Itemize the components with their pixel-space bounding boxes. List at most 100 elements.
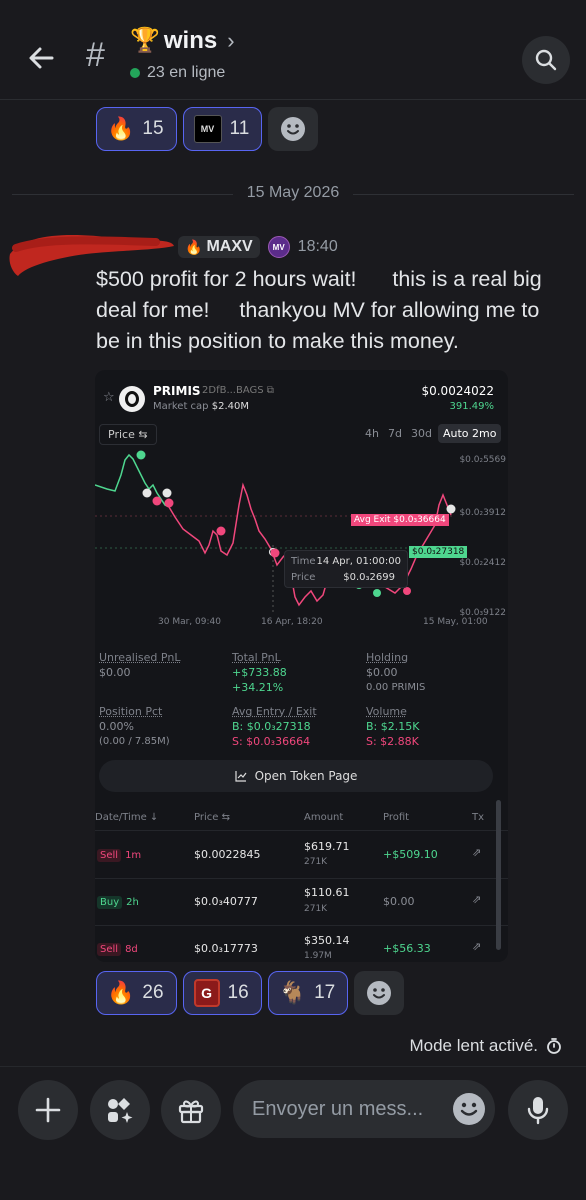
gift-button[interactable] <box>161 1080 221 1140</box>
online-dot-icon <box>130 68 140 78</box>
role-tag[interactable]: 🔥 MAXV <box>178 236 260 258</box>
transfer-marker <box>142 488 152 498</box>
stopwatch-icon <box>547 1038 561 1054</box>
online-count: 23 en ligne <box>130 64 225 82</box>
smiley-icon <box>460 1102 478 1116</box>
reaction-count: 15 <box>142 118 164 139</box>
slow-mode-notice: Mode lent activé. <box>409 1036 562 1056</box>
table-divider <box>95 830 508 831</box>
smiley-icon <box>281 117 306 141</box>
price-change: 391.49% <box>449 401 495 412</box>
price-chart <box>95 450 456 615</box>
reaction-count: 16 <box>227 982 249 1003</box>
chevron-right-icon: › <box>227 27 235 53</box>
transfer-marker <box>446 504 456 514</box>
y-tick: $0.0₂2412 <box>459 558 506 568</box>
sell-marker <box>216 526 226 536</box>
reaction-goat[interactable]: 🐐 17 <box>267 971 349 1015</box>
token-name: PRIMIS <box>153 384 201 398</box>
voice-message-button[interactable] <box>508 1080 568 1140</box>
avg-entry-tag: $0.0₃27318 <box>409 546 468 558</box>
chart-icon <box>234 771 247 782</box>
external-link-icon: ⇗ <box>472 846 482 859</box>
stat-total-pnl: Total PnL +$733.88 +34.21% <box>232 651 287 694</box>
back-arrow-icon[interactable] <box>22 38 62 78</box>
sell-marker <box>164 498 174 508</box>
g-logo-icon: G <box>193 979 220 1007</box>
tf-4h: 4h <box>365 427 379 440</box>
star-icon: ☆ <box>103 390 115 405</box>
token-address: 2DfB...BAGS ⧉ <box>202 385 274 396</box>
market-cap: Market cap $2.40M <box>153 401 249 412</box>
channel-name: wins <box>163 26 218 54</box>
reaction-fire[interactable]: 🔥 15 <box>96 107 177 151</box>
reaction-count: 26 <box>142 982 164 1003</box>
reaction-fire[interactable]: 🔥 26 <box>96 971 177 1015</box>
scrollbar <box>496 800 501 950</box>
emoji-button[interactable] <box>453 1093 485 1125</box>
fire-icon: 🔥 <box>185 238 203 255</box>
reaction-g[interactable]: G 16 <box>182 971 262 1015</box>
buy-marker <box>373 589 381 597</box>
trophy-icon: 🏆 <box>130 27 160 54</box>
online-text: 23 en ligne <box>147 64 226 81</box>
add-reaction-button[interactable] <box>268 107 319 151</box>
add-reaction-button[interactable] <box>354 971 405 1015</box>
message-input[interactable]: Envoyer un mess... <box>233 1080 495 1138</box>
apps-button[interactable] <box>90 1080 150 1140</box>
date-divider: 15 May 2026 <box>0 184 586 202</box>
microphone-icon <box>527 1097 549 1125</box>
channel-title[interactable]: 🏆 wins › <box>130 26 235 55</box>
apps-icon <box>108 1098 133 1123</box>
open-token-page-button: Open Token Page <box>99 760 493 792</box>
search-icon <box>535 49 557 71</box>
col-tx: Tx <box>472 812 485 823</box>
sell-marker <box>403 587 411 595</box>
gift-icon <box>178 1100 204 1124</box>
plus-icon <box>35 1097 61 1123</box>
stat-volume: Volume B: $2.15K S: $2.88K <box>366 705 420 748</box>
reaction-count: 11 <box>229 118 250 139</box>
message-reactions: 🔥 26 G 16 🐐 17 <box>96 971 405 1015</box>
add-attachment-button[interactable] <box>18 1080 78 1140</box>
message-text: $500 profit for 2 hours wait! this is a … <box>96 267 548 353</box>
tf-7d: 7d <box>388 427 402 440</box>
x-tick: 30 Mar, 09:40 <box>158 617 221 627</box>
channel-header: # 🏆 wins › 23 en ligne <box>0 0 586 100</box>
stat-holding: Holding $0.00 0.00 PRIMIS <box>366 651 426 693</box>
avg-exit-tag: Avg Exit $0.0₃36664 <box>351 514 449 526</box>
role-tag-label: MAXV <box>206 238 253 255</box>
fire-icon: 🔥 <box>107 980 135 1005</box>
message-image-attachment[interactable]: ☆ PRIMIS 2DfB...BAGS ⧉ Market cap $2.40M… <box>95 370 508 962</box>
reaction-mv[interactable]: MV 11 <box>182 107 263 151</box>
token-logo-icon <box>119 386 145 412</box>
message-input-placeholder: Envoyer un mess... <box>252 1097 424 1120</box>
message-meta: 🔥 MAXV MV 18:40 <box>178 236 338 258</box>
stat-unrealised: Unrealised PnL $0.00 <box>99 651 181 679</box>
sell-marker <box>270 548 280 558</box>
x-tick: 16 Apr, 18:20 <box>261 617 323 627</box>
col-date-time: Date/Time ↓ <box>95 812 159 823</box>
hash-icon: # <box>86 36 105 74</box>
reaction-count: 17 <box>314 982 336 1003</box>
tf-auto-2mo: Auto 2mo <box>438 424 502 443</box>
search-button[interactable] <box>522 36 570 84</box>
transfer-marker <box>162 488 172 498</box>
token-price: $0.0024022 <box>421 384 494 398</box>
price-toggle: Price ⇆ <box>99 424 157 445</box>
server-badge-icon: MV <box>267 236 290 258</box>
message-timestamp: 18:40 <box>297 238 338 255</box>
col-profit: Profit <box>383 812 410 823</box>
external-link-icon: ⇗ <box>472 893 482 906</box>
buy-marker <box>136 450 146 460</box>
x-tick: 15 May, 01:00 <box>423 617 488 627</box>
maxverse-logo-icon: MV <box>193 115 222 143</box>
smiley-icon <box>367 981 392 1005</box>
y-tick: $0.0₂3912 <box>459 508 506 518</box>
chart-tooltip: Time 14 Apr, 01:00:00 Price $0.0₃2699 <box>284 550 408 588</box>
top-reactions: 🔥 15 MV 11 <box>96 107 319 151</box>
tf-30d: 30d <box>411 427 432 440</box>
sell-marker <box>152 496 162 506</box>
col-amount: Amount <box>304 812 344 823</box>
col-price: Price ⇆ <box>194 812 230 823</box>
